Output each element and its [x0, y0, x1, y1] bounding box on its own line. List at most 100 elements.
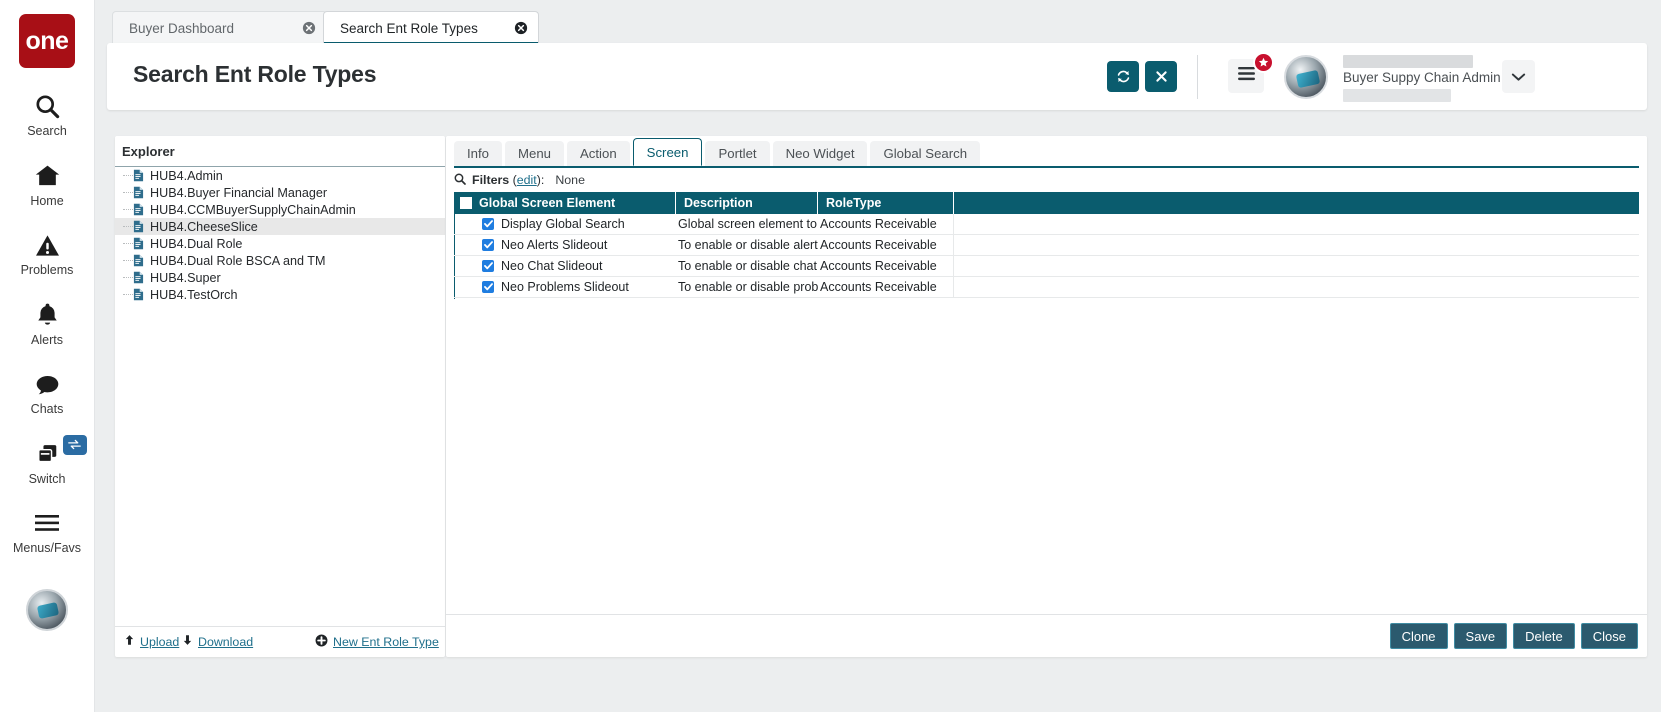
table-row[interactable]: Display Global SearchGlobal screen eleme…	[454, 214, 1639, 235]
tree-connector	[123, 243, 133, 244]
rail-label-home: Home	[30, 195, 63, 208]
new-ent-role-type-label: New Ent Role Type	[333, 635, 439, 649]
cell-text: Accounts Receivable	[820, 259, 937, 273]
delete-button[interactable]: Delete	[1513, 623, 1575, 649]
cell-description: To enable or disable alerts sl	[676, 236, 818, 254]
tree-item[interactable]: HUB4.Super	[115, 269, 445, 286]
cell-global-screen-element[interactable]: Neo Problems Slideout	[454, 280, 676, 294]
tree-item[interactable]: HUB4.Buyer Financial Manager	[115, 184, 445, 201]
plus-circle-icon	[315, 634, 328, 650]
tab-action[interactable]: Action	[567, 141, 630, 166]
tab-menu[interactable]: Menu	[505, 141, 564, 166]
tab-screen[interactable]: Screen	[633, 138, 703, 166]
page-header-card: Search Ent Role Types Buyer Suppy Chain …	[107, 43, 1647, 110]
rail-item-chats[interactable]: Chats	[0, 369, 95, 416]
tab-label: Global Search	[883, 146, 967, 161]
rail-item-search[interactable]: Search	[0, 91, 95, 138]
cell-text: To enable or disable chat slic	[678, 259, 818, 273]
tab-neo-widget[interactable]: Neo Widget	[773, 141, 868, 166]
table-row[interactable]: Neo Alerts SlideoutTo enable or disable …	[454, 235, 1639, 256]
app-tab-buyer-dashboard[interactable]: Buyer Dashboard	[112, 11, 327, 44]
arrow-up-icon	[124, 634, 135, 649]
cell-global-screen-element[interactable]: Display Global Search	[454, 217, 676, 231]
left-nav-rail: one Search Home Problems Alerts Chats	[0, 0, 95, 712]
close-button[interactable]: Close	[1581, 623, 1638, 649]
tree-item[interactable]: HUB4.Dual Role BSCA and TM	[115, 252, 445, 269]
close-circle-icon[interactable]	[514, 21, 528, 35]
new-ent-role-type-link[interactable]: New Ent Role Type	[315, 634, 439, 650]
grid-header-global-screen-element[interactable]: Global Screen Element	[454, 192, 676, 214]
tree-item-label: HUB4.CheeseSlice	[150, 220, 258, 234]
rail-label-search: Search	[27, 125, 67, 138]
cell-global-screen-element[interactable]: Neo Alerts Slideout	[454, 238, 676, 252]
tab-info[interactable]: Info	[454, 141, 502, 166]
rail-item-home[interactable]: Home	[0, 161, 95, 208]
main-content-panel: InfoMenuAction Screen PortletNeo Widget Glo…	[446, 136, 1647, 657]
rail-item-menus-favs[interactable]: Menus/Favs	[0, 508, 95, 555]
cell-description: To enable or disable problen	[676, 278, 818, 296]
user-name-label: Buyer Suppy Chain Admin	[1343, 70, 1501, 85]
grid-header-row: Global Screen Element Description RoleTy…	[454, 192, 1639, 214]
tree-connector	[123, 294, 133, 295]
explorer-tree[interactable]: HUB4.AdminHUB4.Buyer Financial Manager HU…	[115, 167, 445, 619]
home-icon	[34, 161, 61, 191]
button-label: Close	[1593, 629, 1626, 644]
close-circle-icon[interactable]	[302, 21, 316, 35]
tree-item-label: HUB4.CCMBuyerSupplyChainAdmin	[150, 203, 356, 217]
tree-connector	[123, 175, 133, 176]
app-tab-label: Buyer Dashboard	[113, 21, 234, 36]
warning-triangle-icon	[34, 230, 61, 260]
rail-avatar[interactable]	[26, 589, 68, 631]
row-checkbox[interactable]	[482, 281, 494, 293]
refresh-icon[interactable]	[1107, 61, 1139, 92]
document-icon	[133, 169, 144, 182]
tab-portlet[interactable]: Portlet	[705, 141, 769, 166]
select-all-checkbox[interactable]	[460, 197, 472, 209]
tree-item[interactable]: HUB4.Admin	[115, 167, 445, 184]
document-icon	[133, 237, 144, 250]
row-checkbox[interactable]	[482, 260, 494, 272]
rail-item-switch[interactable]: Switch	[0, 439, 95, 486]
header-divider	[1197, 55, 1198, 99]
tree-item[interactable]: HUB4.Dual Role	[115, 235, 445, 252]
tab-label: Screen	[647, 145, 689, 160]
browser-tab-strip: Buyer Dashboard Search Ent Role Types	[95, 0, 1661, 44]
tree-item[interactable]: HUB4.TestOrch	[115, 286, 445, 303]
tree-item[interactable]: HUB4.CCMBuyerSupplyChainAdmin	[115, 201, 445, 218]
grid-header-roletype[interactable]: RoleType	[818, 192, 954, 214]
tab-global-search[interactable]: Global Search	[870, 141, 980, 166]
brand-logo[interactable]: one	[19, 14, 75, 68]
rail-item-alerts[interactable]: Alerts	[0, 300, 95, 347]
app-tab-label: Search Ent Role Types	[324, 21, 478, 36]
cell-roletype: Accounts Receivable	[818, 256, 954, 277]
app-tab-search-ent-role-types[interactable]: Search Ent Role Types	[323, 11, 539, 44]
row-checkbox[interactable]	[482, 218, 494, 230]
rail-item-problems[interactable]: Problems	[0, 230, 95, 277]
filters-edit-link[interactable]: edit	[517, 173, 537, 187]
document-icon	[133, 186, 144, 199]
tree-item[interactable]: HUB4.CheeseSlice	[115, 218, 445, 235]
download-link[interactable]: Download	[182, 634, 253, 649]
close-x-icon[interactable]	[1145, 61, 1177, 92]
chevron-down-icon[interactable]	[1502, 60, 1535, 93]
tree-item-label: HUB4.Super	[150, 271, 221, 285]
upload-link[interactable]: Upload	[124, 634, 179, 649]
tree-item-label: HUB4.Dual Role BSCA and TM	[150, 254, 325, 268]
swap-arrows-icon[interactable]	[63, 435, 87, 455]
grid-header-label: Global Screen Element	[479, 196, 615, 210]
clone-button[interactable]: Clone	[1390, 623, 1448, 649]
explorer-footer: Upload Download New Ent Role Type	[115, 627, 445, 657]
grid-header-description[interactable]: Description	[676, 192, 818, 214]
grid-header-label: Description	[684, 196, 753, 210]
table-row[interactable]: Neo Problems SlideoutTo enable or disabl…	[454, 277, 1639, 298]
table-row[interactable]: Neo Chat SlideoutTo enable or disable ch…	[454, 256, 1639, 277]
user-identity-block[interactable]: Buyer Suppy Chain Admin	[1339, 55, 1499, 101]
row-checkbox[interactable]	[482, 239, 494, 251]
rail-label-problems: Problems	[21, 264, 74, 277]
cell-global-screen-element[interactable]: Neo Chat Slideout	[454, 259, 676, 273]
save-button[interactable]: Save	[1454, 623, 1508, 649]
user-avatar-icon[interactable]	[1284, 55, 1328, 99]
hamburger-icon	[1237, 66, 1256, 86]
cell-description: To enable or disable chat slic	[676, 257, 818, 275]
tree-item-label: HUB4.Admin	[150, 169, 223, 183]
